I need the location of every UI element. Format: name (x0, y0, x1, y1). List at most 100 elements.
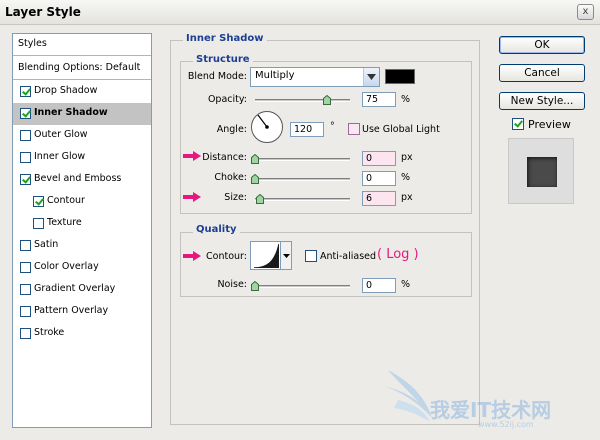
sidebar-item-satin[interactable]: Satin (13, 235, 151, 257)
close-icon[interactable]: x (577, 4, 594, 20)
blending-options-label: Blending Options: Default (18, 62, 141, 73)
sidebar-item-label: Inner Shadow (34, 107, 108, 118)
blend-mode-value: Multiply (255, 70, 295, 81)
structure-title: Structure (193, 54, 253, 65)
chevron-down-icon[interactable] (280, 242, 291, 269)
inner-glow-checkbox[interactable] (20, 152, 31, 163)
sidebar-item-label: Color Overlay (34, 261, 99, 272)
distance-field[interactable]: 0 (362, 151, 396, 166)
sidebar-item-label: Drop Shadow (34, 85, 98, 96)
preview-square (527, 157, 557, 187)
blending-options-item[interactable]: Blending Options: Default (13, 58, 151, 80)
sidebar-item-contour[interactable]: Contour (13, 191, 151, 213)
anti-aliased-checkbox[interactable] (305, 250, 317, 262)
quality-title: Quality (193, 224, 240, 235)
sidebar-item-outer-glow[interactable]: Outer Glow (13, 125, 151, 147)
global-light-label: Use Global Light (362, 124, 440, 135)
preview-label: Preview (528, 118, 571, 131)
sidebar-item-label: Gradient Overlay (34, 283, 116, 294)
choke-field[interactable]: 0 (362, 171, 396, 186)
size-unit: px (401, 192, 413, 203)
opacity-slider-thumb[interactable] (323, 95, 331, 105)
distance-slider-thumb[interactable] (251, 154, 259, 164)
inner-shadow-checkbox[interactable] (20, 108, 31, 119)
sidebar-item-label: Inner Glow (34, 151, 86, 162)
sidebar-item-stroke[interactable]: Stroke (13, 323, 151, 345)
choke-slider-track[interactable] (255, 178, 350, 181)
watermark: 我爱IT技术网 www.52ij.com (380, 360, 595, 435)
angle-label: Angle: (216, 124, 247, 135)
sidebar-item-label: Texture (47, 217, 82, 228)
contour-curve-icon (253, 243, 279, 268)
styles-header-label: Styles (18, 38, 47, 49)
size-slider-track[interactable] (255, 198, 350, 201)
ok-button[interactable]: OK (499, 36, 585, 54)
sidebar-item-bevel-emboss[interactable]: Bevel and Emboss (13, 169, 151, 191)
styles-list: Styles Blending Options: Default Drop Sh… (12, 33, 152, 428)
blend-mode-select[interactable]: Multiply (250, 67, 380, 87)
distance-unit: px (401, 152, 413, 163)
cancel-button[interactable]: Cancel (499, 64, 585, 82)
chevron-down-icon[interactable] (363, 68, 379, 86)
opacity-slider-track[interactable] (255, 99, 350, 102)
noise-label: Noise: (217, 279, 247, 290)
title-bar[interactable]: Layer Style x (0, 0, 600, 25)
stroke-checkbox[interactable] (20, 328, 31, 339)
blend-mode-label: Blend Mode: (187, 71, 247, 82)
size-slider-thumb[interactable] (256, 194, 264, 204)
contour-label: Contour: (206, 251, 247, 262)
sidebar-item-gradient-overlay[interactable]: Gradient Overlay (13, 279, 151, 301)
sidebar-item-color-overlay[interactable]: Color Overlay (13, 257, 151, 279)
noise-slider-thumb[interactable] (251, 281, 259, 291)
watermark-title: 我爱IT技术网 (430, 398, 552, 422)
sidebar-item-inner-glow[interactable]: Inner Glow (13, 147, 151, 169)
preview-checkbox[interactable] (512, 118, 524, 130)
global-light-checkbox[interactable] (348, 123, 360, 135)
sidebar-item-label: Stroke (34, 327, 65, 338)
choke-slider-thumb[interactable] (251, 174, 259, 184)
sidebar-item-pattern-overlay[interactable]: Pattern Overlay (13, 301, 151, 323)
window-title: Layer Style (5, 5, 81, 19)
new-style-button[interactable]: New Style... (499, 92, 585, 110)
sidebar-item-label: Bevel and Emboss (34, 173, 122, 184)
contour-picker[interactable] (250, 241, 292, 270)
noise-slider-track[interactable] (255, 285, 350, 288)
size-field[interactable]: 6 (362, 191, 396, 206)
distance-label: Distance: (202, 152, 247, 163)
choke-label: Choke: (214, 172, 247, 183)
anti-aliased-label: Anti-aliased (320, 251, 377, 262)
styles-header[interactable]: Styles (13, 34, 151, 56)
bevel-emboss-checkbox[interactable] (20, 174, 31, 185)
angle-dial[interactable] (250, 110, 284, 144)
pattern-overlay-checkbox[interactable] (20, 306, 31, 317)
watermark-url: www.52ij.com (478, 420, 534, 429)
color-overlay-checkbox[interactable] (20, 262, 31, 273)
sidebar-item-drop-shadow[interactable]: Drop Shadow (13, 81, 151, 103)
gradient-overlay-checkbox[interactable] (20, 284, 31, 295)
angle-field[interactable]: 120 (290, 122, 324, 137)
sidebar-item-texture[interactable]: Texture (13, 213, 151, 235)
sidebar-item-label: Contour (47, 195, 85, 206)
panel-title: Inner Shadow (183, 33, 267, 44)
noise-field[interactable]: 0 (362, 278, 396, 293)
outer-glow-checkbox[interactable] (20, 130, 31, 141)
log-annotation: ( Log ) (377, 247, 419, 262)
contour-checkbox[interactable] (33, 196, 44, 207)
texture-checkbox[interactable] (33, 218, 44, 229)
opacity-field[interactable]: 75 (362, 92, 396, 107)
preview-thumbnail (508, 138, 574, 204)
blend-color-swatch[interactable] (385, 69, 415, 84)
opacity-unit: % (401, 94, 411, 105)
drop-shadow-checkbox[interactable] (20, 86, 31, 97)
distance-slider-track[interactable] (255, 158, 350, 161)
noise-unit: % (401, 279, 411, 290)
angle-unit: ° (330, 121, 335, 132)
satin-checkbox[interactable] (20, 240, 31, 251)
sidebar-item-label: Outer Glow (34, 129, 88, 140)
opacity-label: Opacity: (207, 94, 247, 105)
sidebar-item-label: Satin (34, 239, 59, 250)
sidebar-item-inner-shadow[interactable]: Inner Shadow (13, 103, 151, 125)
size-label: Size: (224, 192, 247, 203)
sidebar-item-label: Pattern Overlay (34, 305, 109, 316)
choke-unit: % (401, 172, 411, 183)
